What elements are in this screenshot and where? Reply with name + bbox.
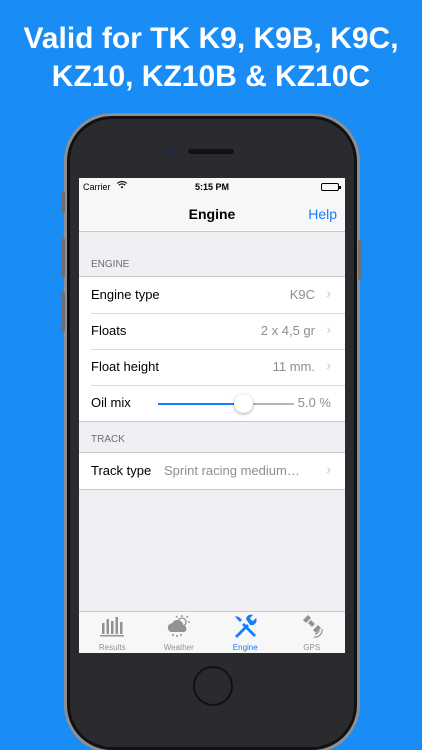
chevron-right-icon: ›	[326, 285, 331, 301]
earpiece-speaker	[188, 149, 234, 154]
row-label: Engine type	[91, 287, 160, 302]
tab-bar: Results Weather Engine GPS	[79, 611, 345, 653]
row-value: 2 x 4,5 gr	[260, 323, 315, 338]
status-time: 5:15 PM	[194, 182, 229, 192]
battery-icon	[321, 183, 341, 191]
mute-switch	[61, 191, 65, 213]
track-section-header: TRACK	[91, 434, 125, 445]
tab-weather[interactable]: Weather	[146, 612, 213, 653]
promo-headline: Valid for TK K9, K9B, K9C, KZ10, KZ10B &…	[0, 20, 422, 96]
volume-down-button	[61, 292, 65, 332]
status-bar: Carrier 5:15 PM	[79, 178, 345, 196]
floats-row[interactable]: Floats 2 x 4,5 gr ›	[79, 313, 345, 349]
slider-fill	[158, 403, 244, 405]
tab-label: Engine	[232, 643, 258, 652]
row-value: Sprint racing medium…	[164, 463, 300, 478]
front-camera	[168, 148, 174, 154]
power-button	[358, 240, 362, 280]
tab-label: Weather	[163, 643, 194, 652]
row-value: 11 mm.	[272, 359, 315, 374]
tab-results[interactable]: Results	[79, 612, 146, 653]
engine-type-row[interactable]: Engine type K9C ›	[79, 277, 345, 313]
headline-line-2: KZ10, KZ10B & KZ10C	[51, 60, 371, 93]
engine-settings-group: Engine type K9C › Floats 2 x 4,5 gr › Fl…	[79, 276, 345, 422]
weather-cloud-icon	[146, 612, 213, 640]
row-label: Floats	[91, 323, 127, 338]
float-height-row[interactable]: Float height 11 mm. ›	[79, 349, 345, 385]
help-button[interactable]: Help	[308, 206, 337, 222]
track-settings-group: Track type Sprint racing medium… ›	[79, 452, 345, 490]
tab-label: Results	[98, 643, 126, 652]
volume-up-button	[61, 238, 65, 278]
oil-mix-value: 5.0 %	[297, 395, 331, 410]
navigation-bar: Engine Help	[79, 196, 345, 232]
row-value: K9C	[289, 287, 315, 302]
tab-engine[interactable]: Engine	[212, 612, 279, 653]
satellite-icon	[279, 612, 346, 640]
wrench-screwdriver-icon	[212, 612, 279, 640]
headline-line-1: Valid for TK K9, K9B, K9C,	[23, 22, 399, 55]
slider-thumb[interactable]	[234, 394, 254, 413]
chevron-right-icon: ›	[326, 321, 331, 337]
chevron-right-icon: ›	[326, 357, 331, 373]
tab-label: GPS	[303, 643, 321, 652]
home-button[interactable]	[193, 666, 233, 706]
oil-mix-slider[interactable]	[158, 394, 294, 413]
row-label: Track type	[91, 463, 152, 478]
row-label: Oil mix	[91, 395, 131, 410]
row-label: Float height	[91, 359, 159, 374]
oil-mix-row: Oil mix 5.0 %	[79, 385, 345, 421]
engine-section-header: ENGINE	[91, 259, 130, 270]
app-screen: Carrier 5:15 PM Engine Help ENGINE Engin…	[79, 178, 345, 653]
page-title: Engine	[188, 206, 236, 222]
chevron-right-icon: ›	[326, 461, 331, 477]
bar-chart-icon	[79, 612, 146, 640]
track-type-row[interactable]: Track type Sprint racing medium… ›	[79, 453, 345, 489]
tab-gps[interactable]: GPS	[279, 612, 346, 653]
